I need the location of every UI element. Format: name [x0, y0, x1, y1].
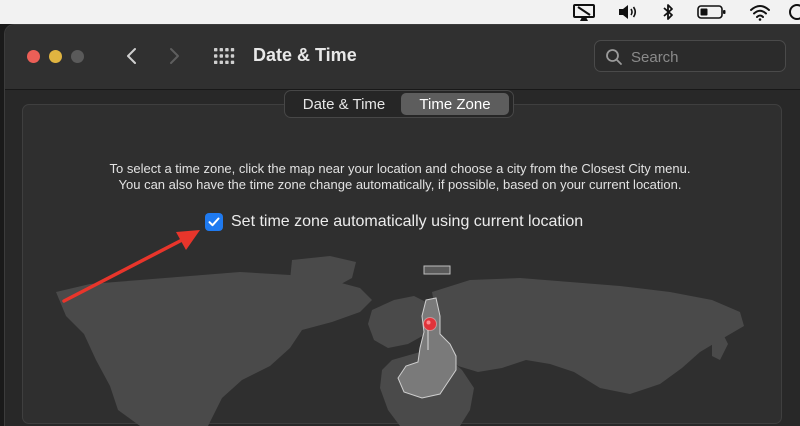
tab-time-zone[interactable]: Time Zone: [401, 93, 509, 115]
tab-control: Date & Time Time Zone: [284, 90, 514, 118]
tab-date-and-time[interactable]: Date & Time: [287, 93, 401, 115]
annotation-arrow-icon: [62, 230, 200, 303]
